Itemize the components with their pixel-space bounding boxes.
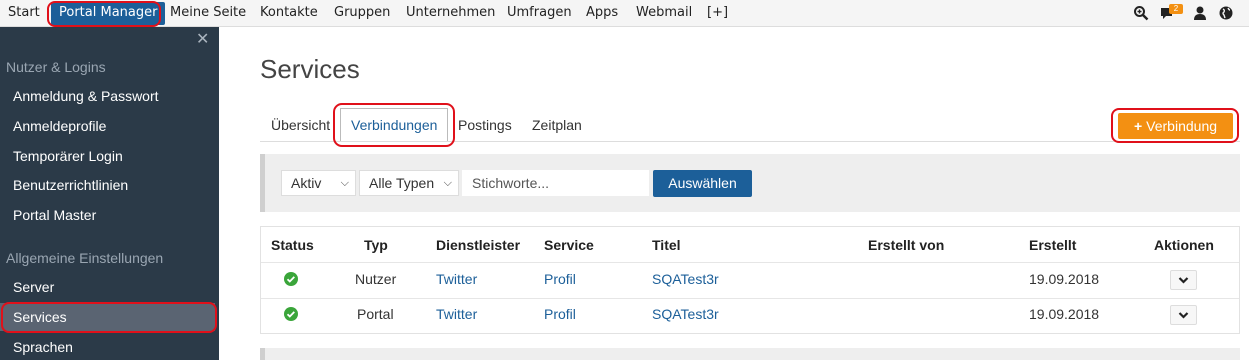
nav-meine-seite[interactable]: Meine Seite bbox=[170, 0, 246, 27]
check-circle-icon bbox=[284, 307, 298, 321]
tab-uebersicht[interactable]: Übersicht bbox=[271, 117, 330, 133]
user-icon[interactable] bbox=[1192, 5, 1208, 21]
nav-apps[interactable]: Apps bbox=[586, 0, 618, 27]
nav-gruppen[interactable]: Gruppen bbox=[334, 0, 390, 27]
cell-service-link[interactable]: Profil bbox=[544, 271, 576, 287]
auswaehlen-button[interactable]: Auswählen bbox=[653, 170, 752, 197]
chevron-down-icon bbox=[1178, 277, 1189, 284]
row-divider bbox=[261, 262, 1239, 263]
sidebar-item-temporaerer-login[interactable]: Temporärer Login bbox=[13, 148, 123, 164]
search-zoom-icon[interactable] bbox=[1133, 5, 1149, 21]
chevron-down-icon bbox=[1178, 312, 1189, 319]
nav-start[interactable]: Start bbox=[8, 0, 40, 27]
col-header-erstellt[interactable]: Erstellt bbox=[1029, 237, 1076, 253]
actions-dropdown-button[interactable] bbox=[1170, 270, 1197, 290]
col-header-service[interactable]: Service bbox=[544, 237, 594, 253]
top-nav-bar: Start Portal Manager Meine Seite Kontakt… bbox=[0, 0, 1249, 27]
chevron-down-icon: ⌵ bbox=[443, 177, 452, 189]
globe-icon[interactable] bbox=[1218, 5, 1234, 21]
sidebar-item-portal-master[interactable]: Portal Master bbox=[13, 207, 96, 223]
sidebar-item-benutzerrichtlinien[interactable]: Benutzerrichtlinien bbox=[13, 177, 128, 193]
close-icon[interactable]: ✕ bbox=[196, 29, 209, 49]
highlight-add-button bbox=[1111, 108, 1239, 143]
chevron-down-icon: ⌵ bbox=[340, 177, 349, 189]
highlight-services bbox=[1, 302, 217, 333]
sidebar-section-nutzer-logins: Nutzer & Logins bbox=[6, 59, 106, 75]
cell-dienstleister-link[interactable]: Twitter bbox=[436, 306, 477, 322]
row-divider bbox=[261, 298, 1239, 299]
type-select[interactable]: Alle Typen ⌵ bbox=[359, 170, 459, 196]
type-select-value: Alle Typen bbox=[369, 175, 435, 191]
keyword-input[interactable] bbox=[462, 170, 649, 196]
sidebar: ✕ Nutzer & Logins Anmeldung & Passwort A… bbox=[0, 27, 219, 360]
col-header-aktionen: Aktionen bbox=[1154, 237, 1214, 253]
cell-erstellt: 19.09.2018 bbox=[1029, 306, 1100, 322]
cell-dienstleister-link[interactable]: Twitter bbox=[436, 271, 477, 287]
sidebar-item-anmeldeprofile[interactable]: Anmeldeprofile bbox=[13, 118, 106, 134]
cell-typ: Portal bbox=[357, 306, 394, 322]
cell-service-link[interactable]: Profil bbox=[544, 306, 576, 322]
nav-webmail[interactable]: Webmail bbox=[636, 0, 692, 27]
sidebar-item-anmeldung-passwort[interactable]: Anmeldung & Passwort bbox=[13, 88, 159, 104]
cell-typ: Nutzer bbox=[355, 271, 397, 287]
tab-zeitplan[interactable]: Zeitplan bbox=[532, 117, 582, 133]
cell-titel-link[interactable]: SQATest3r bbox=[652, 306, 719, 322]
actions-dropdown-button[interactable] bbox=[1170, 305, 1197, 325]
status-select-value: Aktiv bbox=[291, 175, 322, 191]
nav-umfragen[interactable]: Umfragen bbox=[507, 0, 572, 27]
check-circle-icon bbox=[284, 272, 298, 286]
cell-erstellt: 19.09.2018 bbox=[1029, 271, 1100, 287]
notification-badge: 2 bbox=[1169, 4, 1183, 14]
nav-add-more[interactable]: [+] bbox=[707, 0, 728, 27]
nav-unternehmen[interactable]: Unternehmen bbox=[406, 0, 495, 27]
tab-postings[interactable]: Postings bbox=[458, 117, 512, 133]
lower-panel-strip bbox=[260, 348, 1240, 360]
status-select[interactable]: Aktiv ⌵ bbox=[281, 170, 356, 196]
page-title: Services bbox=[260, 54, 360, 84]
cell-titel-link[interactable]: SQATest3r bbox=[652, 271, 719, 287]
nav-portal-manager[interactable]: Portal Manager bbox=[51, 2, 166, 25]
col-header-typ[interactable]: Typ bbox=[364, 237, 388, 253]
nav-kontakte[interactable]: Kontakte bbox=[260, 0, 318, 27]
col-header-status[interactable]: Status bbox=[271, 237, 314, 253]
highlight-verbindungen-tab bbox=[333, 103, 455, 147]
sidebar-item-server[interactable]: Server bbox=[13, 279, 54, 295]
sidebar-section-allgemeine-einstellungen: Allgemeine Einstellungen bbox=[6, 250, 164, 266]
col-header-dienstleister[interactable]: Dienstleister bbox=[436, 237, 520, 253]
sidebar-item-sprachen[interactable]: Sprachen bbox=[13, 339, 73, 355]
col-header-erstellt-von[interactable]: Erstellt von bbox=[868, 237, 944, 253]
col-header-titel[interactable]: Titel bbox=[652, 237, 681, 253]
